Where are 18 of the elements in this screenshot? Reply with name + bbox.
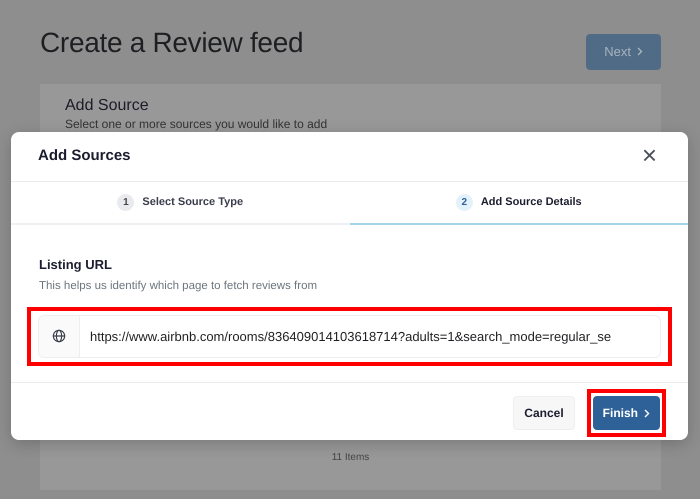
step-tab[interactable]: 1 Select Source Type — [11, 182, 350, 225]
page-title: Create a Review feed — [40, 26, 304, 60]
url-field[interactable]: https://www.airbnb.com/rooms/836409014103618714?adults=1&search_mode=regular_se — [38, 314, 661, 358]
step-number: 1 — [117, 194, 134, 211]
card-title: Add Source — [65, 96, 150, 115]
step-number: 2 — [456, 194, 473, 211]
modal-title: Add Sources — [38, 146, 131, 166]
finish-button[interactable]: Finish — [592, 396, 660, 430]
chevron-icon — [636, 47, 643, 56]
close-button[interactable]: × — [638, 142, 661, 168]
chevron-icon — [643, 408, 650, 418]
step-tab[interactable]: 2 Add Source Details — [350, 182, 688, 225]
card-subtitle: Select one or more sources you would like to add — [65, 116, 328, 132]
item-count: 11 Items — [330, 450, 370, 464]
globe-icon — [52, 329, 66, 344]
cancel-button[interactable]: Cancel — [513, 396, 575, 430]
field-label: Listing URL — [38, 256, 113, 274]
field-help-text: This helps us identify which page to fetch reviews from — [38, 278, 318, 294]
